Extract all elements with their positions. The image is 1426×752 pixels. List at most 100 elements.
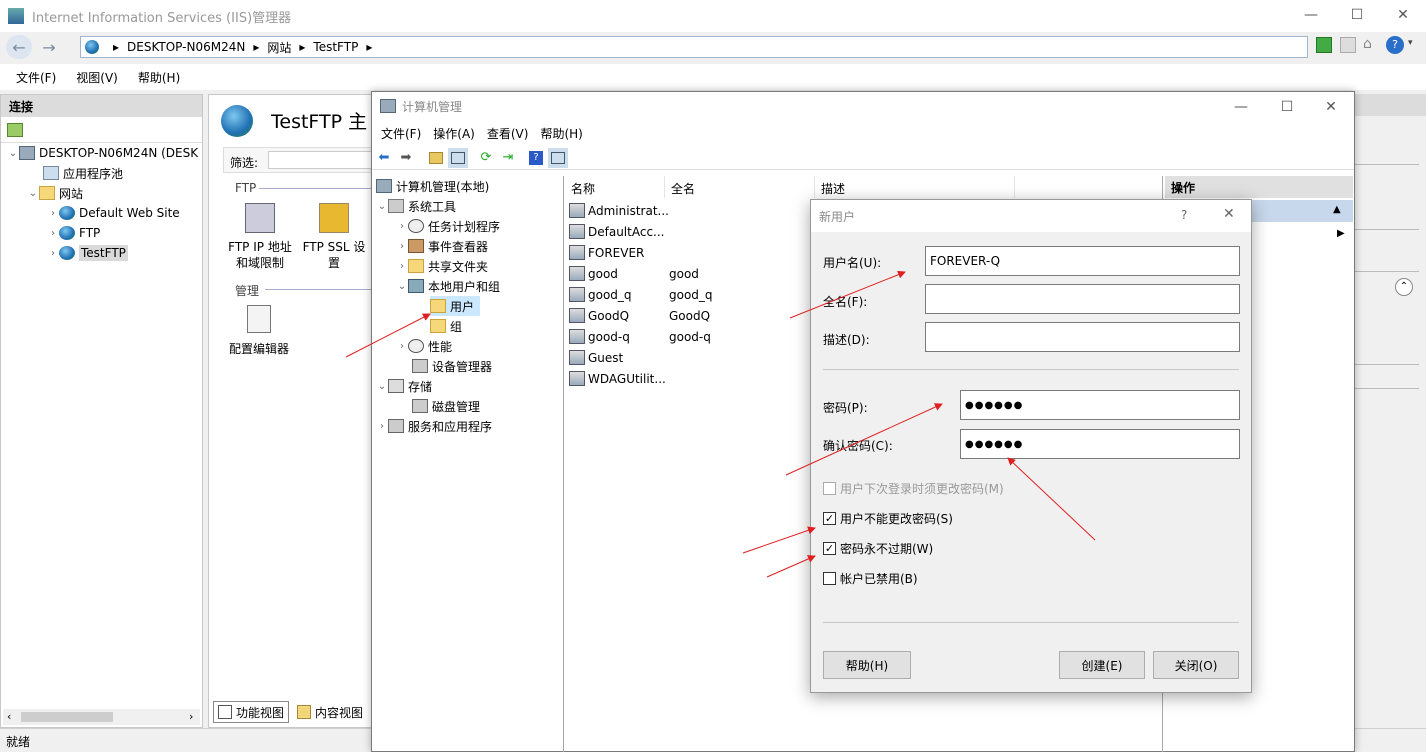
cm-menu-action[interactable]: 操作(A) (433, 125, 475, 142)
filter-input[interactable] (268, 151, 374, 169)
table-row[interactable]: good good (569, 263, 699, 284)
column-header-description[interactable]: 描述 (815, 176, 1015, 198)
table-row[interactable]: DefaultAcc... (569, 221, 664, 242)
horizontal-scrollbar[interactable]: ‹ › (3, 709, 200, 725)
collapse-icon[interactable]: ⌃ (1395, 278, 1413, 296)
chevron-down-icon[interactable]: ⌄ (7, 148, 19, 159)
cm-tree-shared-folders[interactable]: › 共享文件夹 (396, 256, 488, 276)
username-field[interactable]: FOREVER-Q (925, 246, 1240, 276)
config-editor-icon[interactable] (247, 305, 271, 333)
checkmark-icon[interactable]: ✓ (823, 512, 836, 525)
create-button[interactable]: 创建(E) (1059, 651, 1145, 679)
chevron-down-icon[interactable]: ⌄ (376, 201, 388, 212)
cm-minimize-button[interactable]: — (1218, 92, 1264, 122)
cm-tree-performance[interactable]: › 性能 (396, 336, 452, 356)
stop-icon[interactable] (1340, 37, 1356, 53)
table-row[interactable]: Administrat... (569, 200, 669, 221)
scroll-right-icon[interactable]: › (189, 710, 193, 723)
checkbox-cannot-change-password[interactable]: ✓ 用户不能更改密码(S) (823, 510, 953, 527)
cm-tree-event-viewer[interactable]: › 事件查看器 (396, 236, 488, 256)
export-icon[interactable]: ⇥ (498, 148, 518, 168)
chevron-down-icon[interactable]: ⌄ (376, 381, 388, 392)
scroll-thumb[interactable] (21, 712, 113, 722)
cm-tree-root[interactable]: 计算机管理(本地) (376, 176, 489, 196)
iis-maximize-button[interactable]: ☐ (1334, 0, 1380, 30)
breadcrumb[interactable]: ▸ DESKTOP-N06M24N ▸ 网站 ▸ TestFTP ▸ (80, 36, 1308, 58)
checkbox-box[interactable] (823, 482, 836, 495)
table-row[interactable]: WDAGUtilit... (569, 368, 666, 389)
help-button[interactable]: 帮助(H) (823, 651, 911, 679)
table-row[interactable]: good_q good_q (569, 284, 713, 305)
cm-tree-services-apps[interactable]: › 服务和应用程序 (376, 416, 492, 436)
collapse-up-icon[interactable]: ▲ (1333, 204, 1341, 215)
breadcrumb-item-server[interactable]: DESKTOP-N06M24N (127, 40, 245, 54)
chevron-right-icon[interactable]: › (396, 341, 408, 352)
column-header-fullname[interactable]: 全名 (665, 176, 815, 198)
checkbox-password-never-expires[interactable]: ✓ 密码永不过期(W) (823, 540, 933, 557)
forward-button[interactable]: → (36, 35, 62, 59)
tree-item-default-web-site[interactable]: › Default Web Site (47, 203, 180, 223)
feature-ftp-ssl[interactable]: FTP SSL 设 置 (301, 239, 367, 271)
breadcrumb-item-sites[interactable]: 网站 (267, 39, 291, 56)
table-row[interactable]: FOREVER (569, 242, 644, 263)
cm-tree-disk-management[interactable]: 磁盘管理 (412, 396, 480, 416)
chevron-right-icon[interactable]: › (376, 421, 388, 432)
back-arrow-icon[interactable]: ⬅ (374, 148, 394, 168)
ftp-ip-icon[interactable] (245, 203, 275, 233)
tree-item-testftp[interactable]: › TestFTP (47, 243, 128, 263)
dialog-close-button[interactable]: ✕ (1223, 206, 1235, 222)
help-icon[interactable]: ? (1386, 36, 1404, 54)
fullname-field[interactable] (925, 284, 1240, 314)
cm-menu-help[interactable]: 帮助(H) (540, 125, 582, 142)
help-icon[interactable]: ? (526, 148, 546, 168)
checkbox-account-disabled[interactable]: 帐户已禁用(B) (823, 570, 918, 587)
tree-item-ftp[interactable]: › FTP (47, 223, 100, 243)
feature-config-editor[interactable]: 配置编辑器 (229, 340, 289, 357)
menu-file[interactable]: 文件(F) (16, 69, 56, 86)
up-folder-icon[interactable] (426, 148, 446, 168)
back-button[interactable]: ← (6, 35, 32, 59)
description-field[interactable] (925, 322, 1240, 352)
refresh-icon[interactable] (1316, 37, 1332, 53)
checkmark-icon[interactable]: ✓ (823, 542, 836, 555)
chevron-down-icon[interactable]: ⌄ (27, 188, 39, 199)
breadcrumb-item-testftp[interactable]: TestFTP (313, 40, 358, 54)
iis-minimize-button[interactable]: — (1288, 0, 1334, 30)
cm-tree-system-tools[interactable]: ⌄ 系统工具 (376, 196, 456, 216)
cm-tree-local-users-groups[interactable]: ⌄ 本地用户和组 (396, 276, 500, 296)
cm-tree-task-scheduler[interactable]: › 任务计划程序 (396, 216, 500, 236)
cm-tree-device-manager[interactable]: 设备管理器 (412, 356, 492, 376)
column-header-name[interactable]: 名称 (565, 176, 665, 198)
scroll-left-icon[interactable]: ‹ (7, 710, 11, 723)
password-field[interactable]: ●●●●●● (960, 390, 1240, 420)
chevron-right-icon[interactable]: › (47, 248, 59, 259)
iis-close-button[interactable]: ✕ (1380, 0, 1426, 30)
table-row[interactable]: GoodQ GoodQ (569, 305, 710, 326)
tab-content-view[interactable]: 内容视图 (293, 701, 367, 723)
chevron-right-icon[interactable]: › (396, 241, 408, 252)
more-actions-icon[interactable]: ▶ (1337, 228, 1345, 239)
tab-features-view[interactable]: 功能视图 (213, 701, 290, 723)
dialog-help-button[interactable]: ? (1181, 208, 1187, 222)
tree-item-server[interactable]: ⌄ DESKTOP-N06M24N (DESK (7, 143, 198, 163)
chevron-down-icon[interactable]: ⌄ (396, 281, 408, 292)
chevron-right-icon[interactable]: › (47, 208, 59, 219)
cm-menu-file[interactable]: 文件(F) (381, 125, 421, 142)
cm-close-button[interactable]: ✕ (1308, 92, 1354, 122)
tree-item-app-pools[interactable]: 应用程序池 (43, 163, 123, 183)
checkbox-box[interactable] (823, 572, 836, 585)
table-row[interactable]: good-q good-q (569, 326, 711, 347)
help-dropdown-icon[interactable]: ▾ (1408, 38, 1413, 48)
close-button[interactable]: 关闭(O) (1153, 651, 1239, 679)
cm-tree-groups[interactable]: 组 (430, 316, 462, 336)
feature-ftp-ip[interactable]: FTP IP 地址 和域限制 (227, 239, 293, 271)
home-icon[interactable]: ⌂ (1363, 36, 1379, 52)
chevron-right-icon[interactable]: › (396, 221, 408, 232)
confirm-password-field[interactable]: ●●●●●● (960, 429, 1240, 459)
properties-icon[interactable] (548, 147, 568, 168)
connect-icon[interactable] (7, 123, 23, 137)
checkbox-must-change-password[interactable]: 用户下次登录时须更改密码(M) (823, 480, 1004, 497)
show-tree-icon[interactable] (448, 147, 468, 168)
cm-tree-users[interactable]: 用户 (430, 296, 481, 316)
chevron-right-icon[interactable]: › (396, 261, 408, 272)
